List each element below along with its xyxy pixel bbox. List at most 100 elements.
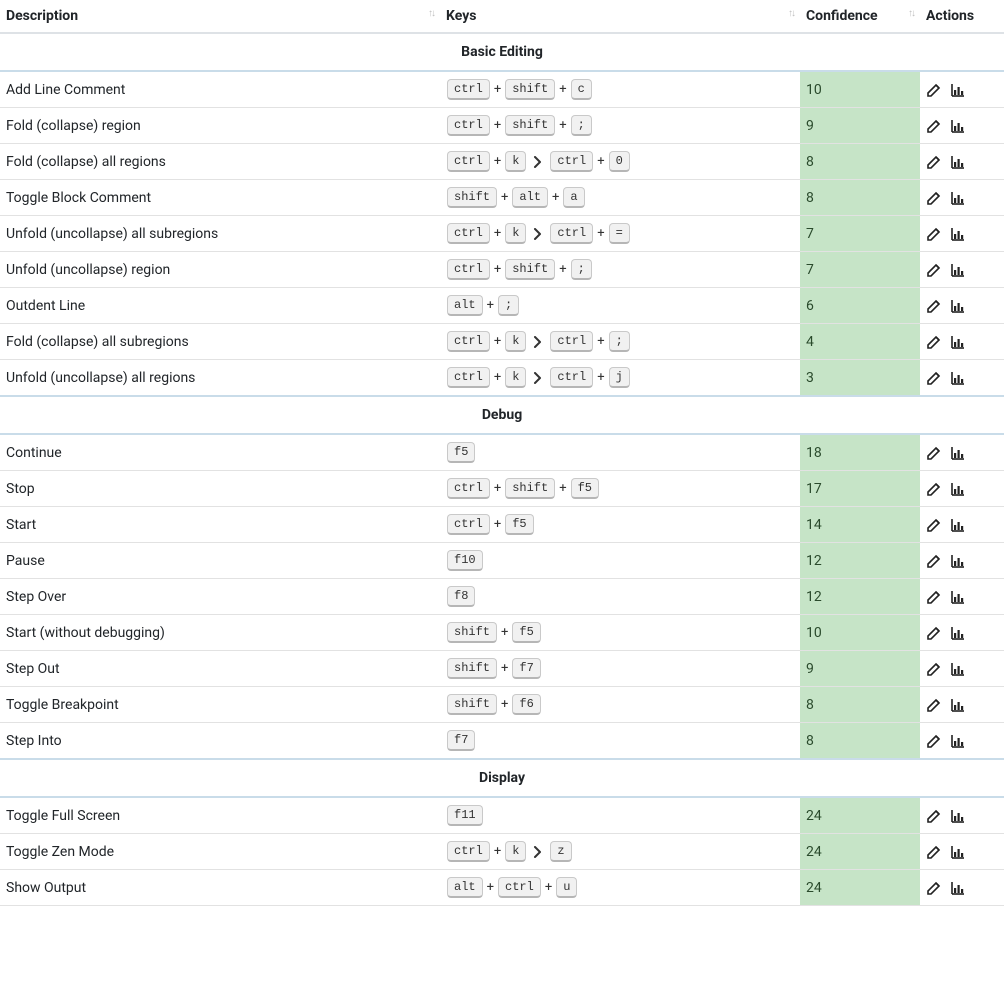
edit-icon[interactable] xyxy=(926,589,942,605)
edit-icon[interactable] xyxy=(926,445,942,461)
chart-icon[interactable] xyxy=(950,517,966,533)
table-row: Toggle Zen Modectrl+kz24 xyxy=(0,834,1004,870)
key-shift: shift xyxy=(447,658,497,679)
cell-confidence: 24 xyxy=(800,797,920,834)
header-description[interactable]: Description ↑↓ xyxy=(0,0,440,33)
edit-icon[interactable] xyxy=(926,625,942,641)
plus-separator: + xyxy=(487,880,494,895)
cell-keys: f10 xyxy=(440,543,800,579)
edit-icon[interactable] xyxy=(926,262,942,278)
plus-separator: + xyxy=(597,334,604,349)
cell-confidence: 9 xyxy=(800,108,920,144)
chart-icon[interactable] xyxy=(950,298,966,314)
chart-icon[interactable] xyxy=(950,226,966,242)
plus-separator: + xyxy=(559,262,566,277)
shortcuts-table: Description ↑↓ Keys ↑↓ Confidence ↑↓ Act… xyxy=(0,0,1004,906)
key-f5: f5 xyxy=(571,478,599,499)
table-row: Fold (collapse) all subregionsctrl+kctrl… xyxy=(0,324,1004,360)
sort-icon: ↑↓ xyxy=(428,8,434,19)
cell-keys: ctrl+kctrl+; xyxy=(440,324,800,360)
edit-icon[interactable] xyxy=(926,880,942,896)
cell-actions xyxy=(920,687,1004,723)
chart-icon[interactable] xyxy=(950,589,966,605)
cell-description: Start (without debugging) xyxy=(0,615,440,651)
chart-icon[interactable] xyxy=(950,808,966,824)
cell-keys: ctrl+kctrl+j xyxy=(440,360,800,397)
chart-icon[interactable] xyxy=(950,481,966,497)
chart-icon[interactable] xyxy=(950,553,966,569)
table-row: Show Outputalt+ctrl+u24 xyxy=(0,870,1004,906)
cell-description: Toggle Full Screen xyxy=(0,797,440,834)
key-k: k xyxy=(505,331,526,352)
cell-keys: f8 xyxy=(440,579,800,615)
chart-icon[interactable] xyxy=(950,262,966,278)
cell-description: Outdent Line xyxy=(0,288,440,324)
cell-description: Fold (collapse) all subregions xyxy=(0,324,440,360)
cell-confidence: 8 xyxy=(800,687,920,723)
table-row: Unfold (uncollapse) regionctrl+shift+;7 xyxy=(0,252,1004,288)
edit-icon[interactable] xyxy=(926,118,942,134)
table-row: Unfold (uncollapse) all subregionsctrl+k… xyxy=(0,216,1004,252)
table-row: Continuef518 xyxy=(0,434,1004,471)
chart-icon[interactable] xyxy=(950,880,966,896)
chart-icon[interactable] xyxy=(950,370,966,386)
key-f11: f11 xyxy=(447,805,483,826)
chart-icon[interactable] xyxy=(950,697,966,713)
key-f7: f7 xyxy=(447,730,475,751)
chart-icon[interactable] xyxy=(950,445,966,461)
cell-confidence: 3 xyxy=(800,360,920,397)
chart-icon[interactable] xyxy=(950,844,966,860)
table-row: Stopctrl+shift+f517 xyxy=(0,471,1004,507)
edit-icon[interactable] xyxy=(926,82,942,98)
edit-icon[interactable] xyxy=(926,808,942,824)
edit-icon[interactable] xyxy=(926,553,942,569)
edit-icon[interactable] xyxy=(926,226,942,242)
edit-icon[interactable] xyxy=(926,370,942,386)
chevron-right-icon xyxy=(533,372,543,384)
table-row: Pausef1012 xyxy=(0,543,1004,579)
plus-separator: + xyxy=(494,517,501,532)
cell-actions xyxy=(920,360,1004,397)
header-keys[interactable]: Keys ↑↓ xyxy=(440,0,800,33)
key-shift: shift xyxy=(447,187,497,208)
edit-icon[interactable] xyxy=(926,697,942,713)
key-alt: alt xyxy=(512,187,548,208)
edit-icon[interactable] xyxy=(926,298,942,314)
header-description-label: Description xyxy=(6,8,78,24)
edit-icon[interactable] xyxy=(926,844,942,860)
chart-icon[interactable] xyxy=(950,118,966,134)
cell-keys: ctrl+shift+; xyxy=(440,252,800,288)
key-f7: f7 xyxy=(512,658,540,679)
key-;: ; xyxy=(571,115,592,136)
edit-icon[interactable] xyxy=(926,733,942,749)
key-shift: shift xyxy=(505,259,555,280)
chart-icon[interactable] xyxy=(950,82,966,98)
chart-icon[interactable] xyxy=(950,334,966,350)
chart-icon[interactable] xyxy=(950,190,966,206)
cell-confidence: 4 xyxy=(800,324,920,360)
key-u: u xyxy=(556,877,577,898)
chart-icon[interactable] xyxy=(950,733,966,749)
edit-icon[interactable] xyxy=(926,190,942,206)
table-row: Fold (collapse) all regionsctrl+kctrl+08 xyxy=(0,144,1004,180)
plus-separator: + xyxy=(494,262,501,277)
header-confidence-label: Confidence xyxy=(806,8,878,24)
chart-icon[interactable] xyxy=(950,154,966,170)
header-confidence[interactable]: Confidence ↑↓ xyxy=(800,0,920,33)
edit-icon[interactable] xyxy=(926,481,942,497)
table-row: Toggle Full Screen f11 24 xyxy=(0,797,1004,834)
chart-icon[interactable] xyxy=(950,625,966,641)
cell-actions xyxy=(920,797,1004,834)
edit-icon[interactable] xyxy=(926,334,942,350)
cell-description: Toggle Block Comment xyxy=(0,180,440,216)
plus-separator: + xyxy=(501,697,508,712)
chart-icon[interactable] xyxy=(950,661,966,677)
edit-icon[interactable] xyxy=(926,661,942,677)
key-k: k xyxy=(505,841,526,862)
cell-actions xyxy=(920,507,1004,543)
cell-keys: ctrl+f5 xyxy=(440,507,800,543)
key-f8: f8 xyxy=(447,586,475,607)
cell-description: Step Out xyxy=(0,651,440,687)
edit-icon[interactable] xyxy=(926,517,942,533)
edit-icon[interactable] xyxy=(926,154,942,170)
